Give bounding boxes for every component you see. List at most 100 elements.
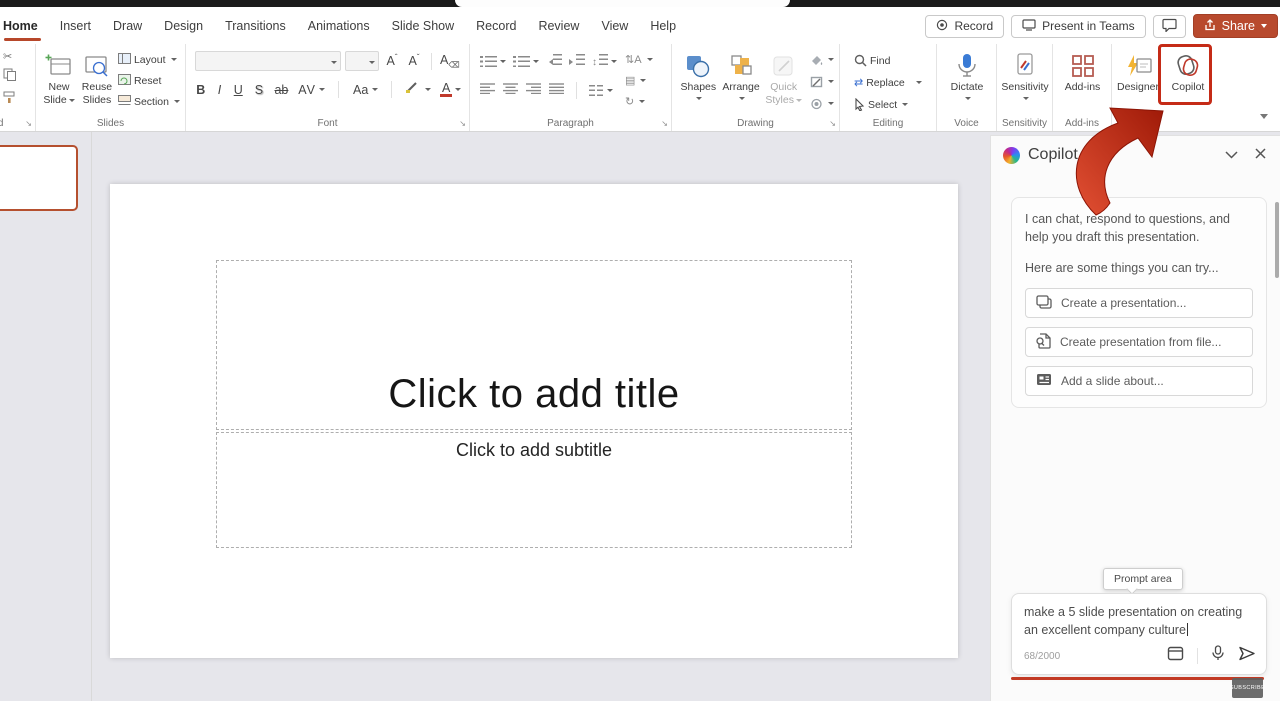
title-placeholder-text: Click to add title (388, 372, 679, 417)
dialog-launcher-icon[interactable]: ↘ (25, 120, 32, 128)
strikethrough-button[interactable]: ab (274, 83, 290, 97)
font-size-combo[interactable] (345, 51, 379, 71)
align-text-button[interactable]: ▤ (625, 73, 653, 88)
sensitivity-icon (1014, 51, 1036, 81)
tab-insert[interactable]: Insert (49, 7, 102, 44)
title-placeholder[interactable]: Click to add title (216, 260, 852, 430)
suggestion-create-from-file[interactable]: Create presentation from file... (1025, 327, 1253, 357)
shapes-button[interactable]: Shapes (678, 49, 719, 115)
format-painter-icon[interactable] (3, 91, 35, 109)
replace-button[interactable]: ⇄Replace (854, 75, 936, 90)
panel-scrollbar[interactable] (1275, 202, 1279, 278)
close-panel-icon[interactable] (1255, 146, 1266, 164)
copy-icon[interactable] (3, 68, 35, 86)
select-button[interactable]: Select (854, 97, 936, 112)
new-slide-button[interactable]: New Slide (42, 49, 76, 115)
justify-icon[interactable] (549, 81, 564, 99)
collapse-panel-icon[interactable] (1225, 146, 1238, 164)
collapse-ribbon-icon[interactable] (1260, 114, 1268, 123)
slide-canvas: Click to add title Click to add subtitle (110, 184, 958, 658)
line-spacing-icon[interactable]: ↕ (592, 54, 608, 68)
copilot-try-text: Here are some things you can try... (1025, 259, 1253, 277)
chevron-down-icon (828, 80, 834, 86)
suggestion-add-slide-about[interactable]: Add a slide about... (1025, 366, 1253, 396)
chevron-down-icon (455, 88, 461, 94)
increase-indent-icon[interactable] (569, 52, 585, 70)
bold-button[interactable]: B (195, 83, 207, 97)
tab-view[interactable]: View (590, 7, 639, 44)
reset-button[interactable]: Reset (118, 73, 180, 88)
decrease-indent-icon[interactable] (546, 52, 562, 70)
group-label-clipboard: Clipboard (0, 118, 12, 129)
layout-button[interactable]: Layout (118, 52, 180, 67)
prompt-text: make a 5 slide presentation on creating … (1024, 603, 1254, 639)
group-label-editing: Editing (840, 118, 936, 129)
font-color-button[interactable]: A (440, 82, 452, 98)
font-name-combo[interactable] (195, 51, 341, 71)
record-button[interactable]: Record (925, 15, 1004, 38)
prompt-area-tooltip: Prompt area (1103, 568, 1183, 590)
tab-design[interactable]: Design (153, 7, 214, 44)
ribbon-group-font: Aˆ Aˇ A⌫ B I U S ab AV Aa A (186, 44, 470, 131)
tab-slide-show[interactable]: Slide Show (381, 7, 466, 44)
shape-effects-button[interactable] (810, 96, 834, 111)
cut-icon[interactable]: ✂ (3, 50, 35, 63)
tab-draw[interactable]: Draw (102, 7, 153, 44)
italic-button[interactable]: I (216, 83, 224, 97)
shrink-font-button[interactable]: Aˇ (405, 53, 423, 68)
grow-font-button[interactable]: Aˆ (383, 53, 401, 68)
dialog-launcher-icon[interactable]: ↘ (829, 120, 836, 128)
dialog-launcher-icon[interactable]: ↘ (459, 120, 466, 128)
tab-home[interactable]: Home (0, 7, 49, 44)
tab-transitions[interactable]: Transitions (214, 7, 297, 44)
sensitivity-button[interactable]: Sensitivity (1001, 49, 1048, 115)
slide-thumbnail[interactable] (0, 145, 78, 211)
highlight-pen-icon[interactable] (405, 80, 420, 99)
shape-outline-button[interactable] (810, 74, 834, 89)
prompt-input-box[interactable]: make a 5 slide presentation on creating … (1011, 593, 1267, 675)
align-right-icon[interactable] (526, 81, 541, 99)
dictate-button[interactable]: Dictate (946, 49, 988, 115)
numbering-icon[interactable] (518, 56, 530, 67)
tab-animations[interactable]: Animations (297, 7, 381, 44)
dialog-launcher-icon[interactable]: ↘ (661, 120, 668, 128)
find-button[interactable]: Find (854, 53, 936, 68)
underline-button[interactable]: U (232, 83, 244, 97)
section-button[interactable]: Section (118, 94, 180, 109)
suggestion-create-presentation[interactable]: Create a presentation... (1025, 288, 1253, 318)
send-icon[interactable] (1238, 646, 1256, 666)
present-in-teams-button[interactable]: Present in Teams (1011, 15, 1146, 38)
powerpoint-window: Home Insert Draw Design Transitions Anim… (0, 0, 1280, 701)
reuse-slides-button[interactable]: Reuse Slides (80, 49, 114, 115)
prompt-gallery-icon[interactable] (1167, 646, 1184, 666)
comments-button[interactable] (1153, 15, 1186, 38)
designer-label: Designer (1117, 81, 1159, 94)
columns-icon[interactable] (589, 85, 603, 96)
search-box[interactable] (455, 0, 790, 7)
microphone-icon[interactable] (1211, 645, 1225, 667)
subscribe-overlay-button[interactable]: SUBSCRIBE (1232, 678, 1263, 698)
tab-help[interactable]: Help (639, 7, 687, 44)
tab-review[interactable]: Review (527, 7, 590, 44)
character-counter: 68/2000 (1024, 651, 1060, 662)
ribbon-group-editing: Find ⇄Replace Select Editing (840, 44, 937, 131)
quick-styles-button[interactable]: Quick Styles (763, 49, 804, 115)
change-case-button[interactable]: Aa (352, 83, 369, 97)
suggestion-label: Create a presentation... (1061, 296, 1186, 310)
tab-record[interactable]: Record (465, 7, 527, 44)
align-center-icon[interactable] (503, 81, 518, 99)
clear-formatting-button[interactable]: A⌫ (440, 53, 458, 70)
share-button[interactable]: Share (1193, 14, 1278, 38)
quick-styles-label-line1: Quick (770, 81, 797, 94)
subtitle-placeholder[interactable]: Click to add subtitle (216, 432, 852, 548)
arrange-button[interactable]: Arrange (721, 49, 762, 115)
ribbon-group-sensitivity: Sensitivity Sensitivity (997, 44, 1053, 131)
text-shadow-button[interactable]: S (253, 83, 265, 97)
bullets-icon[interactable] (485, 56, 497, 67)
ribbon-group-slides: New Slide Reuse Slides Layout Reset (36, 44, 186, 131)
text-direction-button[interactable]: ⇅A (625, 52, 653, 67)
shape-fill-button[interactable] (810, 52, 834, 67)
character-spacing-button[interactable]: AV (298, 83, 316, 97)
align-left-icon[interactable] (480, 81, 495, 99)
convert-to-smartart-button[interactable]: ↻ (625, 94, 653, 109)
